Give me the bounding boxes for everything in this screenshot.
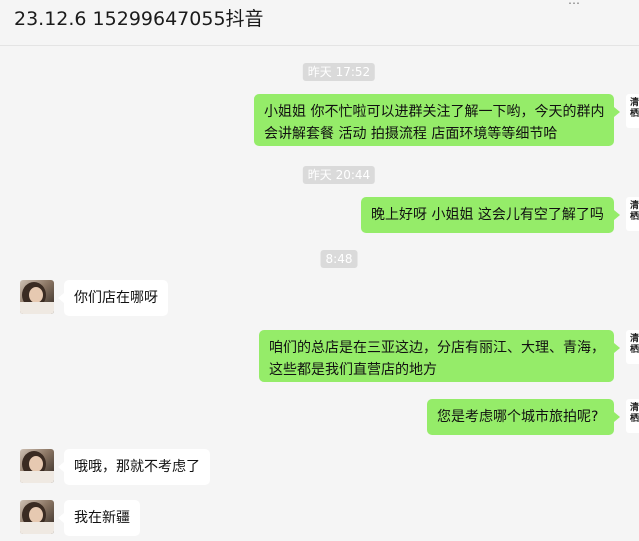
avatar-shirt <box>20 302 54 314</box>
timestamp: 8:48 <box>320 250 358 268</box>
timestamp: 昨天 17:52 <box>302 63 376 81</box>
message-bubble-sent[interactable]: 您是考虑哪个城市旅拍呢? <box>427 399 620 435</box>
message-line: 你们店在哪呀 <box>74 290 158 306</box>
avatar-shirt <box>20 522 54 534</box>
message-line: 咱们的总店是在三亚这边，分店有丽江、大理、青海， <box>269 340 605 356</box>
self-avatar[interactable]: 清 栖 <box>626 330 639 364</box>
message-line: 哦哦，那就不考虑了 <box>74 459 200 475</box>
message-bubble-received[interactable]: 你们店在哪呀 <box>58 280 168 316</box>
avatar-shirt <box>20 471 54 483</box>
avatar-face <box>29 456 43 472</box>
chat-header: 23.12.6 15299647055抖音 ⋯ <box>0 0 639 46</box>
message-bubble-received[interactable]: 哦哦，那就不考虑了 <box>58 449 210 485</box>
message-line: 您是考虑哪个城市旅拍呢? <box>437 409 599 425</box>
avatar-text: 清 栖 <box>630 201 639 222</box>
message-line: 小姐姐 你不忙啦可以进群关注了解一下哟，今天的群内 <box>264 104 605 120</box>
message-line: 我在新疆 <box>74 510 130 526</box>
message-bubble-sent[interactable]: 咱们的总店是在三亚这边，分店有丽江、大理、青海， 这些都是我们直营店的地方 <box>259 330 620 382</box>
message-line: 会讲解套餐 活动 拍摄流程 店面环境等等细节哈 <box>264 126 558 142</box>
message-bubble-received[interactable]: 我在新疆 <box>58 500 140 536</box>
message-bubble-sent[interactable]: 晚上好呀 小姐姐 这会儿有空了解了吗 <box>361 197 620 233</box>
avatar-text: 清 栖 <box>630 98 639 119</box>
avatar-face <box>29 507 43 523</box>
avatar-text: 清 栖 <box>630 403 639 424</box>
self-avatar[interactable]: 清 栖 <box>626 399 639 433</box>
message-line: 晚上好呀 小姐姐 这会儿有空了解了吗 <box>371 207 604 223</box>
message-bubble-sent[interactable]: 小姐姐 你不忙啦可以进群关注了解一下哟，今天的群内 会讲解套餐 活动 拍摄流程 … <box>254 94 620 146</box>
more-options-icon[interactable]: ⋯ <box>567 0 581 6</box>
message-line: 这些都是我们直营店的地方 <box>269 362 437 378</box>
timestamp: 昨天 20:44 <box>302 166 376 184</box>
contact-avatar[interactable] <box>20 280 54 314</box>
avatar-face <box>29 287 43 303</box>
avatar-text: 清 栖 <box>630 334 639 355</box>
self-avatar[interactable]: 清 栖 <box>626 94 639 128</box>
self-avatar[interactable]: 清 栖 <box>626 197 639 231</box>
contact-avatar[interactable] <box>20 500 54 534</box>
contact-avatar[interactable] <box>20 449 54 483</box>
chat-title: 23.12.6 15299647055抖音 <box>14 8 264 30</box>
